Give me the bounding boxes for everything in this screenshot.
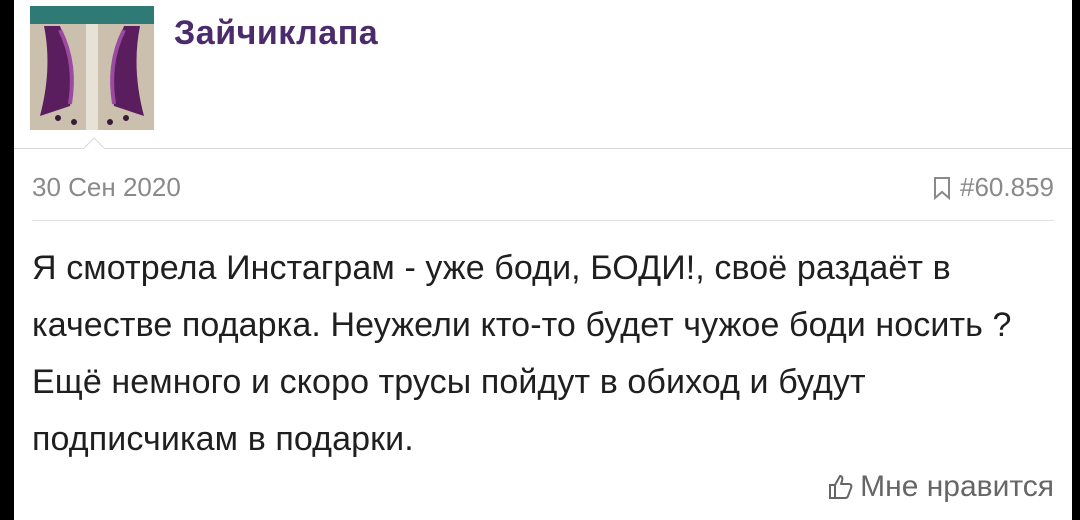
- avatar-image: [30, 6, 154, 130]
- meta-divider: [32, 220, 1054, 221]
- author-name[interactable]: Зайчиклапа: [174, 14, 378, 53]
- like-label: Мне нравится: [860, 470, 1054, 503]
- post-card: Зайчиклапа 30 Сен 2020 #60.859 Я смотрел…: [14, 0, 1072, 520]
- avatar[interactable]: [30, 6, 154, 130]
- avatar-pointer: [84, 138, 104, 158]
- post-date: 30 Сен 2020: [32, 172, 181, 202]
- post-text: Я смотрела Инстаграм - уже боди, БОДИ!, …: [32, 249, 1012, 458]
- thumbs-up-icon: [829, 475, 853, 499]
- post-number[interactable]: #60.859: [932, 172, 1054, 203]
- header-divider: [14, 148, 1072, 149]
- bookmark-icon[interactable]: [932, 176, 952, 200]
- like-button[interactable]: Мне нравится: [826, 470, 1054, 504]
- post-number-label: #60.859: [960, 172, 1054, 202]
